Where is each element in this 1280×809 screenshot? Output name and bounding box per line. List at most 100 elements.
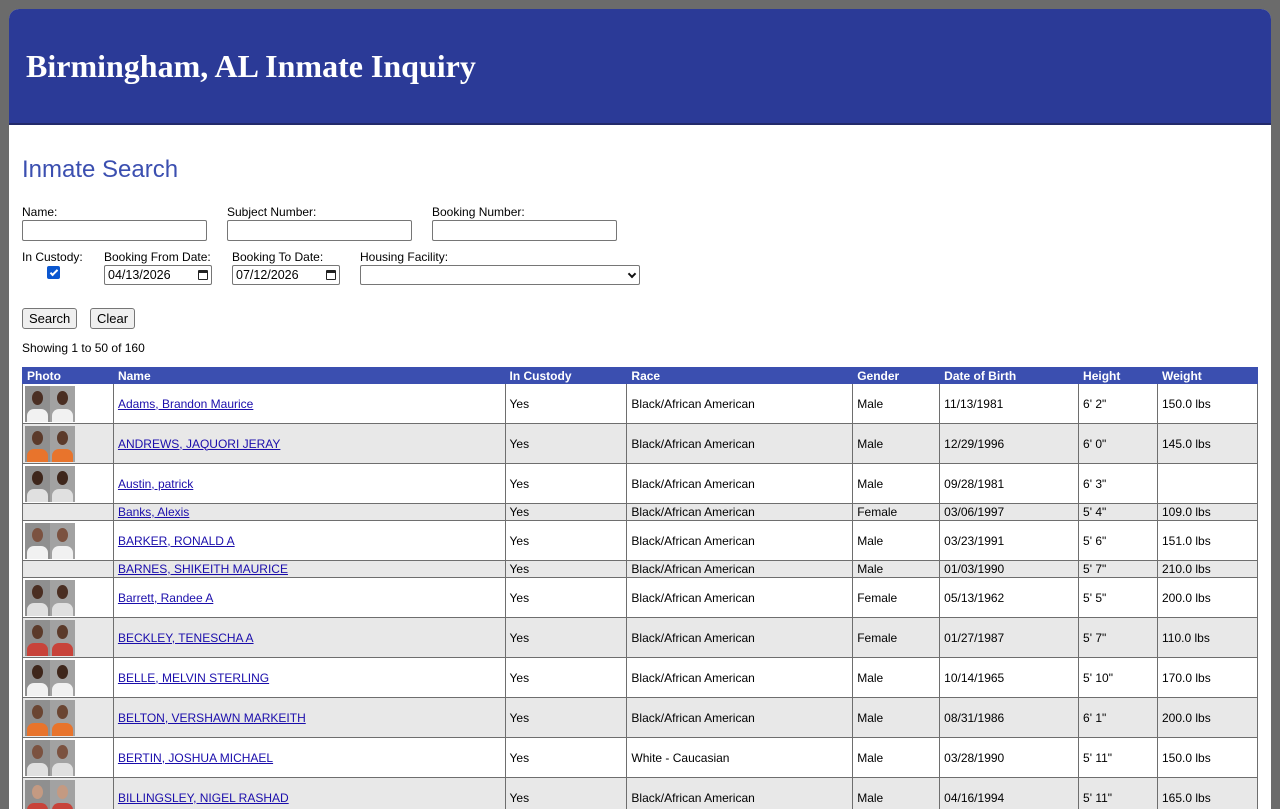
race-cell: Black/African American [627, 504, 853, 521]
calendar-icon[interactable] [326, 270, 336, 280]
in-custody-cell: Yes [505, 778, 627, 809]
weight-cell: 170.0 lbs [1158, 658, 1258, 698]
booking-to-date-label: Booking To Date: [232, 250, 340, 265]
date-of-birth-cell: 03/28/1990 [940, 738, 1079, 778]
mugshot-thumbnail[interactable] [25, 700, 75, 736]
inmate-name-link[interactable]: BARNES, SHIKEITH MAURICE [118, 562, 288, 576]
subject-field-group: Subject Number: [227, 205, 412, 241]
browser-window: Birmingham, AL Inmate Inquiry Inmate Sea… [9, 9, 1271, 809]
race-cell: Black/African American [627, 424, 853, 464]
weight-cell: 109.0 lbs [1158, 504, 1258, 521]
photo-cell [23, 618, 114, 658]
photo-cell [23, 561, 114, 578]
photo-cell [23, 384, 114, 424]
mugshot-front [25, 740, 50, 776]
column-header-name: Name [113, 368, 505, 384]
gender-cell: Male [853, 738, 940, 778]
in-custody-cell: Yes [505, 424, 627, 464]
mugshot-front [25, 386, 50, 422]
mugshot-thumbnail[interactable] [25, 780, 75, 809]
table-row: Barrett, Randee AYesBlack/African Americ… [23, 578, 1258, 618]
housing-facility-select[interactable] [360, 265, 640, 285]
race-cell: Black/African American [627, 618, 853, 658]
mugshot-front [25, 580, 50, 616]
column-header-race: Race [627, 368, 853, 384]
subject-number-label: Subject Number: [227, 205, 412, 220]
mugshot-thumbnail[interactable] [25, 580, 75, 616]
inmate-name-link[interactable]: BARKER, RONALD A [118, 534, 235, 548]
inmate-name-link[interactable]: Barrett, Randee A [118, 591, 213, 605]
name-label: Name: [22, 205, 207, 220]
gender-cell: Male [853, 561, 940, 578]
column-header-in-custody: In Custody [505, 368, 627, 384]
table-row: Austin, patrickYesBlack/African American… [23, 464, 1258, 504]
booking-to-date-input[interactable]: 07/12/2026 [232, 265, 340, 285]
gender-cell: Female [853, 578, 940, 618]
name-cell: Austin, patrick [113, 464, 505, 504]
to-date-field-group: Booking To Date: 07/12/2026 [232, 250, 340, 285]
table-row: BELLE, MELVIN STERLINGYesBlack/African A… [23, 658, 1258, 698]
race-cell: Black/African American [627, 578, 853, 618]
weight-cell: 150.0 lbs [1158, 738, 1258, 778]
photo-cell [23, 738, 114, 778]
booking-number-label: Booking Number: [432, 205, 617, 220]
race-cell: Black/African American [627, 698, 853, 738]
mugshot-profile [50, 740, 75, 776]
booking-from-date-input[interactable]: 04/13/2026 [104, 265, 212, 285]
inmate-name-link[interactable]: BELTON, VERSHAWN MARKEITH [118, 711, 306, 725]
calendar-icon[interactable] [198, 270, 208, 280]
inmate-name-link[interactable]: ANDREWS, JAQUORI JERAY [118, 437, 280, 451]
table-header-row: Photo Name In Custody Race Gender Date o… [23, 368, 1258, 384]
mugshot-front [25, 660, 50, 696]
in-custody-cell: Yes [505, 504, 627, 521]
page-title: Inmate Search [22, 156, 1258, 188]
mugshot-thumbnail[interactable] [25, 660, 75, 696]
mugshot-thumbnail[interactable] [25, 620, 75, 656]
mugshot-front [25, 620, 50, 656]
inmate-name-link[interactable]: BECKLEY, TENESCHA A [118, 631, 254, 645]
booking-number-input[interactable] [432, 220, 617, 241]
mugshot-thumbnail[interactable] [25, 386, 75, 422]
subject-number-input[interactable] [227, 220, 412, 241]
date-of-birth-cell: 08/31/1986 [940, 698, 1079, 738]
mugshot-thumbnail[interactable] [25, 426, 75, 462]
name-cell: Banks, Alexis [113, 504, 505, 521]
photo-cell [23, 778, 114, 809]
search-row-1: Name: Subject Number: Booking Number: [22, 205, 1258, 250]
gender-cell: Female [853, 504, 940, 521]
gender-cell: Male [853, 521, 940, 561]
inmate-name-link[interactable]: Austin, patrick [118, 477, 193, 491]
mugshot-front [25, 426, 50, 462]
in-custody-label: In Custody: [22, 250, 83, 265]
weight-cell [1158, 464, 1258, 504]
inmate-name-link[interactable]: BERTIN, JOSHUA MICHAEL [118, 751, 273, 765]
in-custody-checkbox[interactable] [47, 266, 60, 279]
height-cell: 6' 1" [1079, 698, 1158, 738]
checkmark-icon [49, 267, 57, 275]
search-button[interactable]: Search [22, 308, 77, 329]
column-header-weight: Weight [1158, 368, 1258, 384]
mugshot-profile [50, 700, 75, 736]
name-cell: BERTIN, JOSHUA MICHAEL [113, 738, 505, 778]
name-input[interactable] [22, 220, 207, 241]
mugshot-front [25, 466, 50, 502]
from-date-field-group: Booking From Date: 04/13/2026 [104, 250, 212, 285]
mugshot-thumbnail[interactable] [25, 523, 75, 559]
facility-field-group: Housing Facility: [360, 250, 640, 285]
name-cell: BARKER, RONALD A [113, 521, 505, 561]
in-custody-cell: Yes [505, 521, 627, 561]
in-custody-cell: Yes [505, 618, 627, 658]
date-of-birth-cell: 01/03/1990 [940, 561, 1079, 578]
mugshot-thumbnail[interactable] [25, 740, 75, 776]
inmate-name-link[interactable]: Adams, Brandon Maurice [118, 397, 253, 411]
booking-to-date-value: 07/12/2026 [236, 268, 299, 282]
mugshot-thumbnail[interactable] [25, 466, 75, 502]
name-cell: BILLINGSLEY, NIGEL RASHAD [113, 778, 505, 809]
inmate-name-link[interactable]: Banks, Alexis [118, 505, 189, 519]
weight-cell: 210.0 lbs [1158, 561, 1258, 578]
inmate-name-link[interactable]: BELLE, MELVIN STERLING [118, 671, 269, 685]
inmate-name-link[interactable]: BILLINGSLEY, NIGEL RASHAD [118, 791, 289, 805]
clear-button[interactable]: Clear [90, 308, 135, 329]
date-of-birth-cell: 05/13/1962 [940, 578, 1079, 618]
name-cell: BECKLEY, TENESCHA A [113, 618, 505, 658]
